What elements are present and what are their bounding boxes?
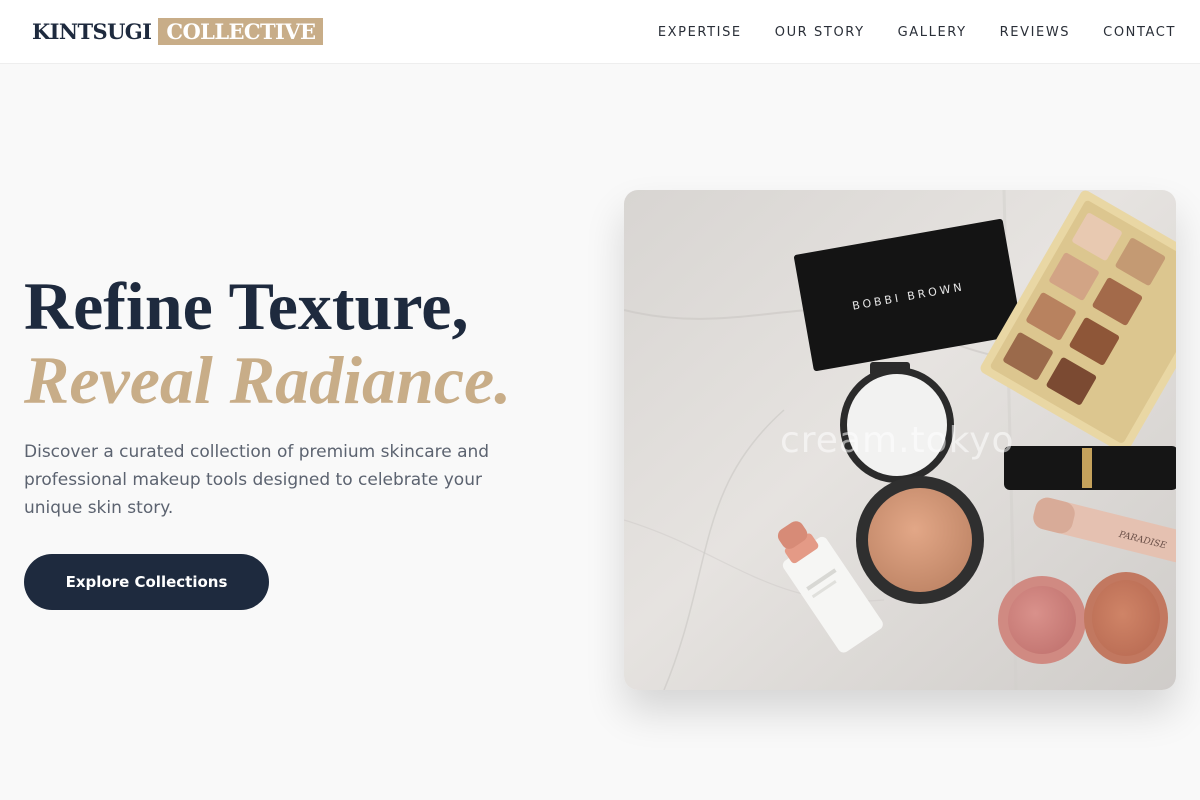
site-header: KINTSUGI COLLECTIVE EXPERTISE OUR STORY … <box>0 0 1200 64</box>
main-nav: EXPERTISE OUR STORY GALLERY REVIEWS CONT… <box>658 0 1176 64</box>
nav-item-gallery[interactable]: GALLERY <box>898 25 967 40</box>
brand-name-secondary: COLLECTIVE <box>158 18 324 45</box>
image-watermark: cream.tokyo <box>780 420 1015 461</box>
nav-item-reviews[interactable]: REVIEWS <box>1000 25 1071 40</box>
nav-item-contact[interactable]: CONTACT <box>1103 25 1176 40</box>
nav-item-our-story[interactable]: OUR STORY <box>775 25 865 40</box>
hero-headline: Refine Texture, Reveal Radiance. <box>24 268 511 416</box>
hero-intro: Discover a curated collection of premium… <box>24 442 490 518</box>
hero-headline-line1: Refine Texture, <box>24 268 469 344</box>
hero-image: BOBBI BROWN PARADISE cream.tokyo <box>624 190 1176 690</box>
black-lipstick <box>1004 446 1176 490</box>
hero-headline-line2: Reveal Radiance. <box>24 342 512 418</box>
brand-name-primary: KINTSUGI <box>32 19 152 44</box>
explore-collections-button[interactable]: Explore Collections <box>24 554 269 610</box>
nav-item-expertise[interactable]: EXPERTISE <box>658 25 742 40</box>
brand-logo[interactable]: KINTSUGI COLLECTIVE <box>32 18 324 45</box>
